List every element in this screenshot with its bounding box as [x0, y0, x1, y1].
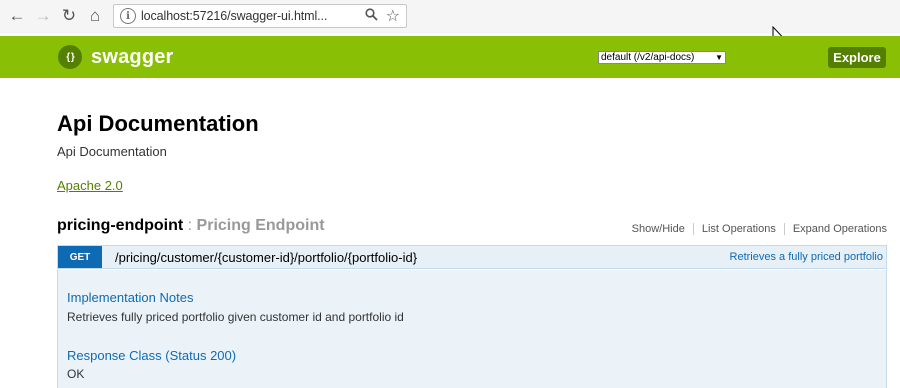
implementation-notes-heading: Implementation Notes: [67, 290, 194, 305]
http-method-badge[interactable]: GET: [58, 246, 102, 268]
swagger-logo-icon: { }: [58, 45, 82, 69]
divider: [692, 223, 694, 235]
expand-operations-link[interactable]: Expand Operations: [793, 223, 887, 235]
reload-icon[interactable]: ↻: [58, 5, 80, 27]
operation-path[interactable]: /pricing/customer/{customer-id}/portfoli…: [115, 250, 417, 265]
explore-button[interactable]: Explore: [828, 47, 886, 68]
operation-summary[interactable]: Retrieves a fully priced portfolio: [730, 251, 883, 263]
resource-heading[interactable]: pricing-endpoint : Pricing Endpoint: [57, 217, 325, 235]
divider: [783, 223, 785, 235]
response-class-value: OK: [67, 367, 85, 381]
list-operations-link[interactable]: List Operations: [702, 223, 776, 235]
swagger-logo-text: swagger: [91, 45, 174, 68]
resource-name[interactable]: pricing-endpoint: [57, 217, 183, 234]
operation-heading[interactable]: GET /pricing/customer/{customer-id}/port…: [57, 245, 887, 269]
bookmark-star-icon[interactable]: ☆: [386, 6, 400, 26]
resource-separator: :: [183, 217, 197, 234]
swagger-logo[interactable]: { } swagger: [58, 45, 174, 69]
resource-description: Pricing Endpoint: [196, 217, 325, 234]
zoom-icon[interactable]: [365, 8, 378, 24]
home-icon[interactable]: ⌂: [84, 5, 106, 27]
address-bar[interactable]: i localhost:57216/swagger-ui.html... ☆: [113, 4, 407, 28]
url-text[interactable]: localhost:57216/swagger-ui.html...: [141, 9, 327, 23]
back-arrow-icon[interactable]: ←: [6, 5, 28, 27]
license-link[interactable]: Apache 2.0: [57, 178, 123, 193]
browser-toolbar: ← → ↻ ⌂ i localhost:57216/swagger-ui.htm…: [0, 0, 900, 34]
dropdown-arrow-icon: ▼: [715, 53, 723, 62]
response-class-heading: Response Class (Status 200): [67, 348, 237, 363]
swagger-header: { } swagger default (/v2/api-docs) ▼ Exp…: [0, 36, 900, 78]
resource-actions: Show/Hide List Operations Expand Operati…: [632, 223, 887, 235]
api-description: Api Documentation: [57, 144, 167, 159]
show-hide-link[interactable]: Show/Hide: [632, 223, 685, 235]
api-title: Api Documentation: [57, 111, 259, 136]
forward-arrow-icon[interactable]: →: [32, 5, 54, 27]
info-icon[interactable]: i: [120, 8, 136, 24]
api-spec-select[interactable]: default (/v2/api-docs) ▼: [598, 51, 726, 64]
operation-content: Implementation Notes Retrieves fully pri…: [57, 270, 887, 388]
implementation-notes-text: Retrieves fully priced portfolio given c…: [67, 310, 404, 324]
api-spec-selected: default (/v2/api-docs): [601, 52, 695, 63]
